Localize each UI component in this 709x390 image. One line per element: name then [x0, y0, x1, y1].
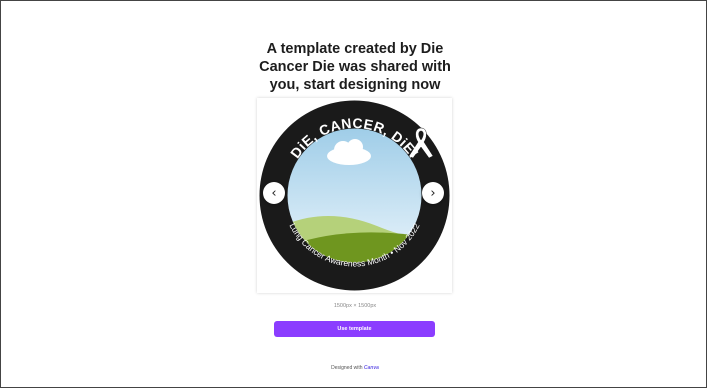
template-dimensions: 1500px × 1500px: [333, 303, 377, 309]
previous-page-button[interactable]: ‹: [263, 182, 285, 204]
use-template-button[interactable]: Use template: [274, 321, 435, 337]
chevron-right-icon: ›: [430, 185, 436, 201]
title-line-2: Cancer Die was shared with: [259, 59, 451, 75]
template-preview: DiE, CANCER, DiE! Lung Cancer Awareness …: [257, 98, 452, 293]
canva-logo-link[interactable]: Canva: [364, 365, 379, 371]
title-line-3: you, start designing now: [269, 77, 441, 93]
next-page-button[interactable]: ›: [422, 182, 444, 204]
title-line-1: A template created by Die: [266, 41, 444, 57]
page-title: A template created by Die Cancer Die was…: [230, 40, 480, 94]
designed-with-label: Designed with: [331, 365, 363, 371]
chevron-left-icon: ‹: [271, 185, 277, 201]
designed-with-footer: Designed with Canva: [255, 365, 455, 371]
